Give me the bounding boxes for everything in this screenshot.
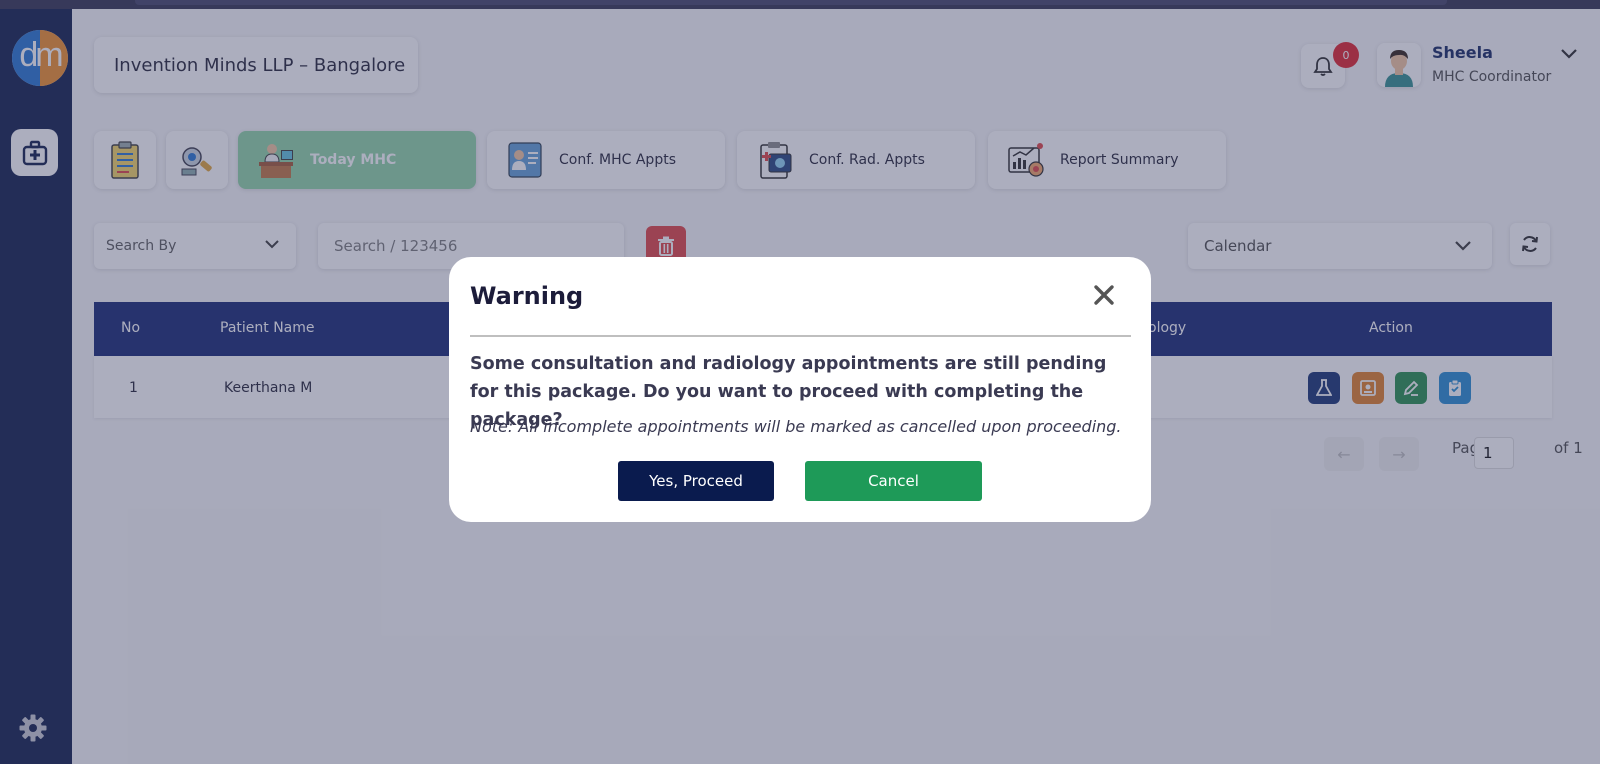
yes-proceed-button[interactable]: Yes, Proceed [618,461,774,501]
dialog-note: Note: All incomplete appointments will b… [470,417,1122,436]
dialog-title: Warning [470,282,584,310]
dialog-divider [470,335,1131,337]
close-icon[interactable] [1092,283,1116,307]
cancel-button[interactable]: Cancel [805,461,982,501]
warning-dialog: Warning Some consultation and radiology … [449,257,1151,522]
